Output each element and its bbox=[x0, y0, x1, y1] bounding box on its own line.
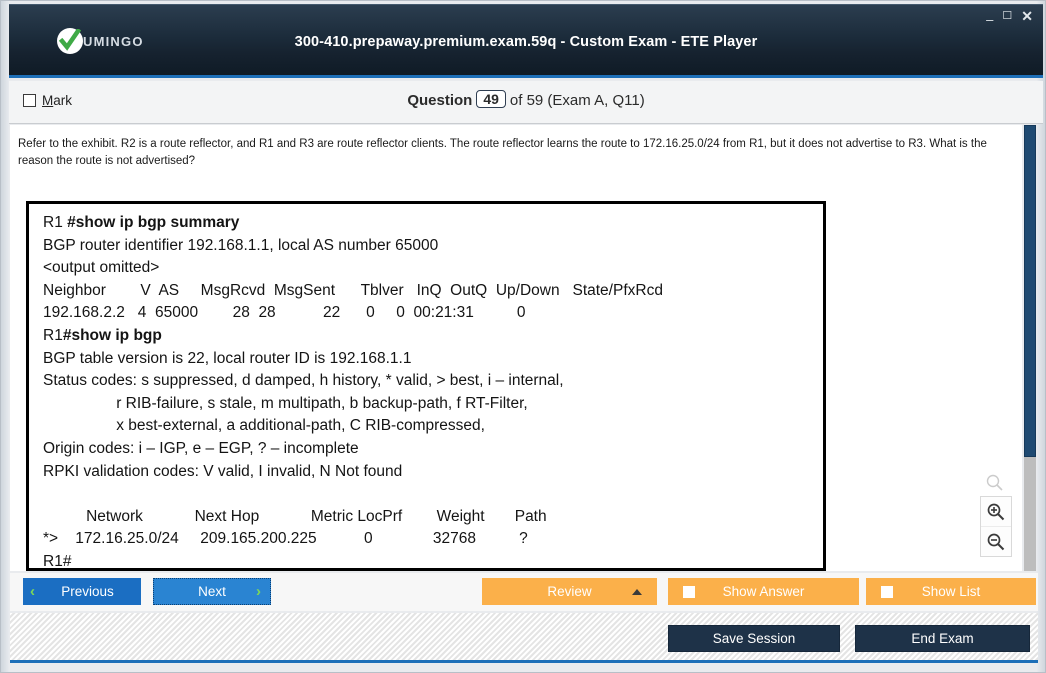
maximize-icon[interactable]: ☐ bbox=[1002, 10, 1012, 22]
exhibit-line-prompt-1: R1 bbox=[43, 214, 68, 231]
review-button-label: Review bbox=[547, 584, 592, 599]
exhibit-line-prompt-2: R1 bbox=[43, 326, 63, 344]
show-list-button[interactable]: Show List bbox=[866, 578, 1036, 605]
review-button[interactable]: Review bbox=[482, 578, 657, 605]
question-bar: Mark Question 49 of 59 (Exam A, Q11) bbox=[9, 81, 1043, 124]
magnifier-minus-icon[interactable] bbox=[981, 526, 1011, 556]
question-number-input[interactable]: 49 bbox=[476, 90, 506, 108]
exhibit-line-identifier: BGP router identifier 192.168.1.1, local… bbox=[43, 236, 439, 254]
end-exam-button[interactable]: End Exam bbox=[855, 625, 1030, 652]
magnifier-icon[interactable] bbox=[980, 470, 1010, 496]
exhibit-line-rpki: RPKI validation codes: V valid, I invali… bbox=[43, 462, 403, 480]
exhibit-console-output: R1 #show ip bgp summary BGP router ident… bbox=[29, 204, 823, 570]
title-bar: UMINGO 300-410.prepaway.premium.exam.59q… bbox=[9, 4, 1043, 78]
zoom-button-group bbox=[980, 496, 1012, 557]
next-button-label: Next bbox=[198, 584, 226, 599]
window-title: 300-410.prepaway.premium.exam.59q - Cust… bbox=[294, 34, 758, 50]
exhibit-zoom-toolbar bbox=[980, 470, 1012, 557]
next-button[interactable]: Next › bbox=[153, 578, 271, 605]
exhibit-routes-row: *> 172.16.25.0/24 209.165.200.225 0 3276… bbox=[43, 530, 528, 548]
question-word: Question bbox=[407, 92, 473, 109]
list-square-icon bbox=[881, 585, 893, 598]
scrollbar-thumb[interactable] bbox=[1024, 125, 1036, 457]
title-bar-highlight bbox=[9, 4, 1043, 5]
exhibit-line-cmd-1: #show ip bgp summary bbox=[67, 214, 240, 231]
exhibit-summary-row: 192.168.2.2 4 65000 28 28 22 0 0 00:21:3… bbox=[43, 304, 526, 322]
footer-bar: Save Session End Exam bbox=[10, 613, 1038, 663]
exhibit-line-tableversion: BGP table version is 22, local router ID… bbox=[43, 349, 412, 367]
exhibit-line-end-prompt: R1# bbox=[43, 552, 72, 570]
ete-player-window: UMINGO 300-410.prepaway.premium.exam.59q… bbox=[0, 0, 1046, 673]
exhibit-image: R1 #show ip bgp summary BGP router ident… bbox=[26, 201, 826, 571]
show-list-button-label: Show List bbox=[921, 584, 981, 599]
question-counter: Question 49 of 59 (Exam A, Q11) bbox=[9, 90, 1043, 109]
magnifier-plus-icon[interactable] bbox=[981, 497, 1011, 526]
show-answer-button[interactable]: Show Answer bbox=[668, 578, 859, 605]
stop-square-icon bbox=[683, 585, 695, 598]
exhibit-line-status-2: r RIB-failure, s stale, m multipath, b b… bbox=[43, 394, 528, 412]
question-text: Refer to the exhibit. R2 is a route refl… bbox=[18, 138, 987, 167]
question-content-pane: Refer to the exhibit. R2 is a route refl… bbox=[10, 125, 1022, 571]
action-bar: ‹ Previous Next › Review Show Answer Sho… bbox=[10, 573, 1038, 611]
window-controls: – ☐ ✕ bbox=[986, 9, 1033, 26]
close-icon[interactable]: ✕ bbox=[1021, 9, 1033, 23]
exhibit-summary-header: Neighbor V AS MsgRcvd MsgSent Tblver InQ… bbox=[43, 281, 663, 299]
caret-up-icon bbox=[632, 588, 642, 595]
exhibit-routes-header: Network Next Hop Metric LocPrf Weight Pa… bbox=[43, 507, 547, 525]
previous-button-label: Previous bbox=[61, 584, 114, 599]
chevron-right-icon: › bbox=[256, 583, 261, 600]
save-session-button[interactable]: Save Session bbox=[668, 625, 840, 652]
content-scrollbar[interactable] bbox=[1024, 125, 1036, 571]
exhibit-line-omitted: <output omitted> bbox=[43, 259, 160, 277]
previous-button[interactable]: ‹ Previous bbox=[23, 578, 141, 605]
exhibit-line-origin: Origin codes: i – IGP, e – EGP, ? – inco… bbox=[43, 439, 359, 457]
exhibit-line-status-1: Status codes: s suppressed, d damped, h … bbox=[43, 372, 564, 390]
show-answer-button-label: Show Answer bbox=[722, 584, 805, 599]
window-left-edge bbox=[1, 1, 9, 672]
exhibit-line-status-3: x best-external, a additional-path, C RI… bbox=[43, 417, 485, 435]
question-total: of 59 (Exam A, Q11) bbox=[509, 92, 645, 109]
exhibit-line-cmd-2: #show ip bgp bbox=[62, 326, 162, 344]
minimize-icon[interactable]: – bbox=[986, 13, 993, 26]
